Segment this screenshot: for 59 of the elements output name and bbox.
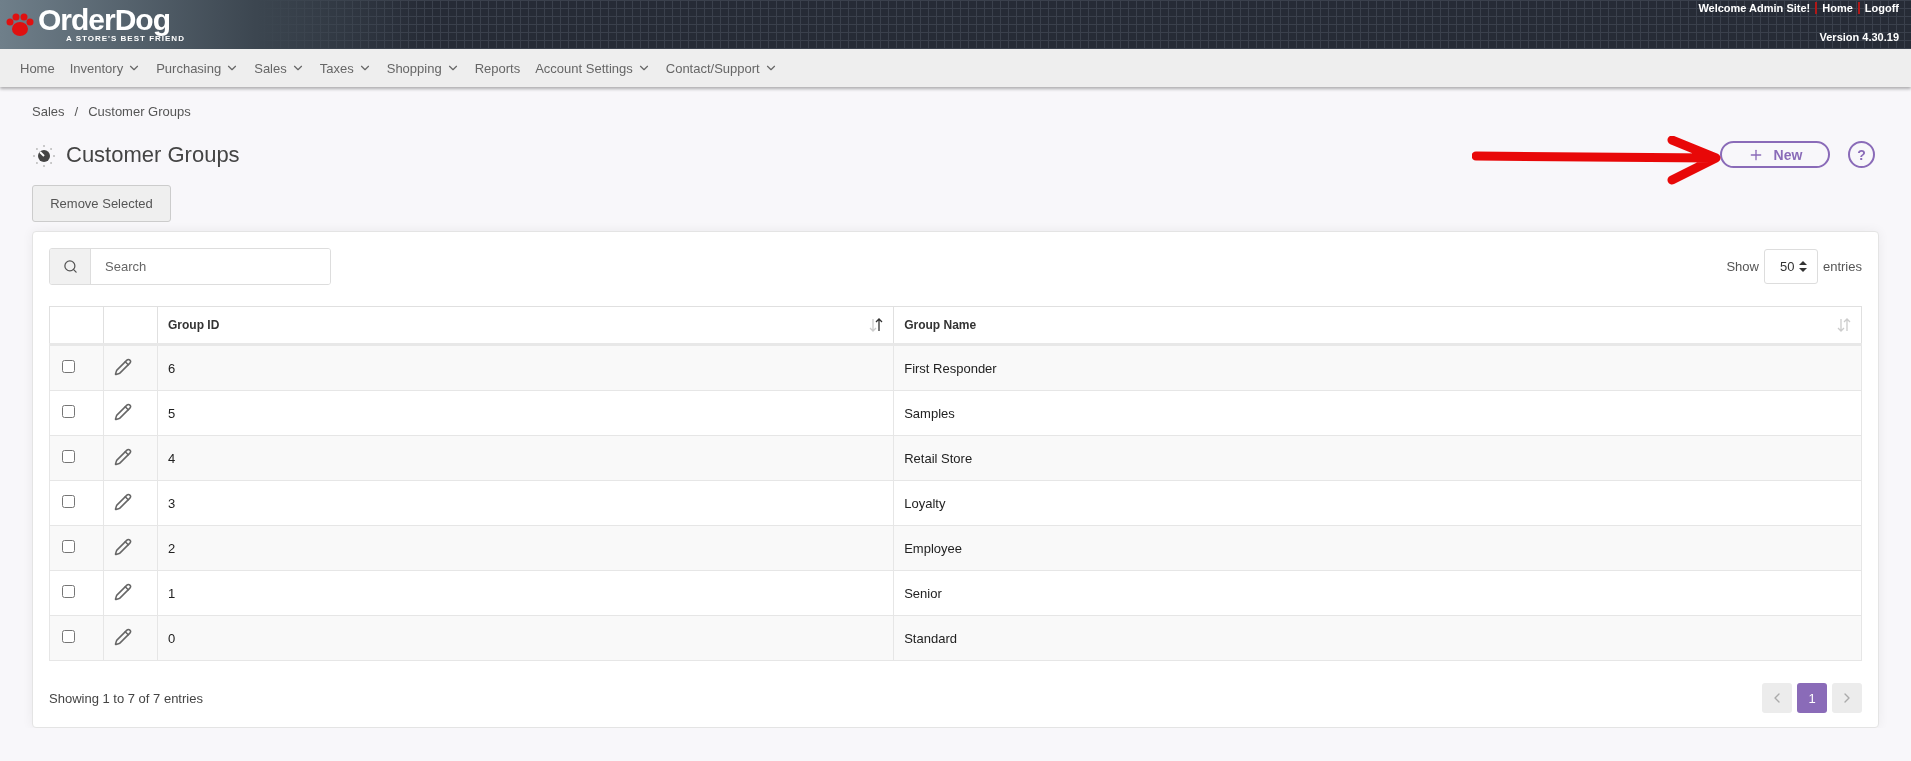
edit-pencil-icon[interactable] xyxy=(114,447,132,466)
table-cell: Samples xyxy=(893,390,1862,436)
edit-pencil-icon[interactable] xyxy=(114,492,132,511)
search-field[interactable]: Search xyxy=(49,248,331,285)
help-button[interactable]: ? xyxy=(1848,141,1875,168)
edit-pencil-icon[interactable] xyxy=(114,582,132,601)
new-button[interactable]: New xyxy=(1720,141,1830,168)
row-checkbox[interactable] xyxy=(62,630,75,643)
row-checkbox[interactable] xyxy=(62,540,75,553)
welcome-text: Welcome Admin Site! xyxy=(1698,2,1811,14)
nav-menu-item[interactable]: Contact/Support xyxy=(665,60,778,76)
nav-menu-item[interactable]: Sales xyxy=(254,60,305,76)
table-cell: First Responder xyxy=(893,344,1862,391)
page-title: Customer Groups xyxy=(66,141,240,168)
table-cell: Employee xyxy=(893,525,1862,571)
table-cell: Loyalty xyxy=(893,480,1862,526)
nav-menu-item[interactable]: Account Settings xyxy=(535,60,651,76)
version-text: Version 4.30.19 xyxy=(1819,31,1899,43)
table-cell: 4 xyxy=(157,435,894,481)
dial-icon xyxy=(32,142,56,167)
remove-selected-button[interactable]: Remove Selected xyxy=(32,185,171,222)
logo-text: OrderDog xyxy=(38,6,171,34)
table-info-text: Showing 1 to 7 of 7 entries xyxy=(49,690,203,706)
paw-logo-icon xyxy=(6,11,34,38)
breadcrumb-link[interactable]: Customer Groups xyxy=(88,104,191,119)
table-cell: 2 xyxy=(157,525,894,571)
row-checkbox[interactable] xyxy=(62,495,75,508)
edit-pencil-icon[interactable] xyxy=(114,537,132,556)
header-link[interactable]: Logoff xyxy=(1857,2,1899,14)
table-cell: 5 xyxy=(157,390,894,436)
table-cell: Standard xyxy=(893,615,1862,661)
search-icon xyxy=(62,259,78,274)
edit-pencil-icon[interactable] xyxy=(114,402,132,421)
edit-pencil-icon[interactable] xyxy=(114,357,132,376)
edit-pencil-icon[interactable] xyxy=(114,627,132,646)
row-checkbox[interactable] xyxy=(62,450,75,463)
page-size-select[interactable]: 50 xyxy=(1763,249,1818,284)
header-link[interactable]: Home xyxy=(1815,2,1853,14)
nav-menu-item[interactable]: Reports xyxy=(474,60,521,76)
nav-menu-item[interactable]: Inventory xyxy=(69,60,142,76)
row-checkbox[interactable] xyxy=(62,585,75,598)
table-cell: 6 xyxy=(157,344,894,391)
nav-menu-item[interactable]: Taxes xyxy=(319,60,372,76)
entries-label: entries xyxy=(1822,259,1862,274)
nav-menu-item[interactable]: Shopping xyxy=(386,60,460,76)
table-cell: Senior xyxy=(893,570,1862,616)
sort-caret-icon xyxy=(1798,261,1807,272)
table-cell: 0 xyxy=(157,615,894,661)
breadcrumb-separator: / xyxy=(74,104,79,119)
row-checkbox[interactable] xyxy=(62,360,75,373)
row-checkbox[interactable] xyxy=(62,405,75,418)
nav-menu-item[interactable]: Purchasing xyxy=(156,60,240,76)
breadcrumb-link[interactable]: Sales xyxy=(32,104,65,119)
nav-menu-item[interactable]: Home xyxy=(20,60,55,76)
show-label: Show xyxy=(1726,259,1759,274)
table-cell: Retail Store xyxy=(893,435,1862,481)
table-cell: 1 xyxy=(157,570,894,616)
page-button[interactable]: 1 xyxy=(1797,683,1827,713)
table-cell: 3 xyxy=(157,480,894,526)
